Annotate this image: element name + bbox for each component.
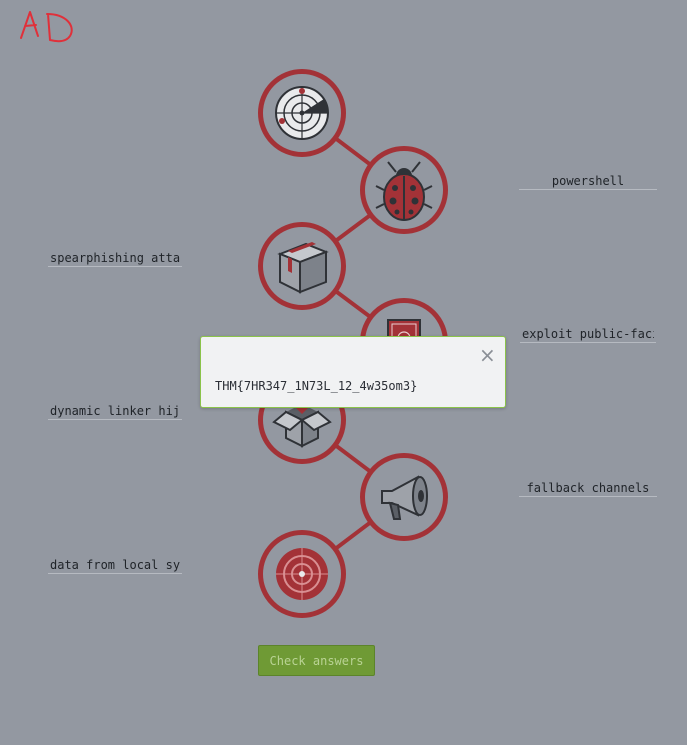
ladybug-icon [375,161,433,221]
node-radar[interactable] [258,69,346,157]
node-package[interactable] [258,222,346,310]
answer-input-2[interactable] [48,249,182,267]
node-ladybug[interactable] [360,146,448,234]
answer-input-5[interactable] [519,479,657,497]
check-answers-button[interactable]: Check answers [258,645,375,676]
flag-modal: × THM{7HR347_1N73L_12_4w35om3} [200,336,506,408]
target-icon [276,548,328,600]
answer-input-6[interactable] [48,556,182,574]
answer-input-3[interactable] [520,325,656,343]
answer-input-4[interactable] [48,402,182,420]
radar-icon [275,86,329,140]
close-icon[interactable]: × [479,345,496,365]
threat-intel-puzzle: Check answers × THM{7HR347_1N73L_12_4w35… [0,0,687,745]
flag-text: THM{7HR347_1N73L_12_4w35om3} [215,379,418,393]
node-megaphone[interactable] [360,453,448,541]
node-target[interactable] [258,530,346,618]
answer-input-1[interactable] [519,172,657,190]
megaphone-icon [381,475,428,520]
package-icon [277,242,329,294]
